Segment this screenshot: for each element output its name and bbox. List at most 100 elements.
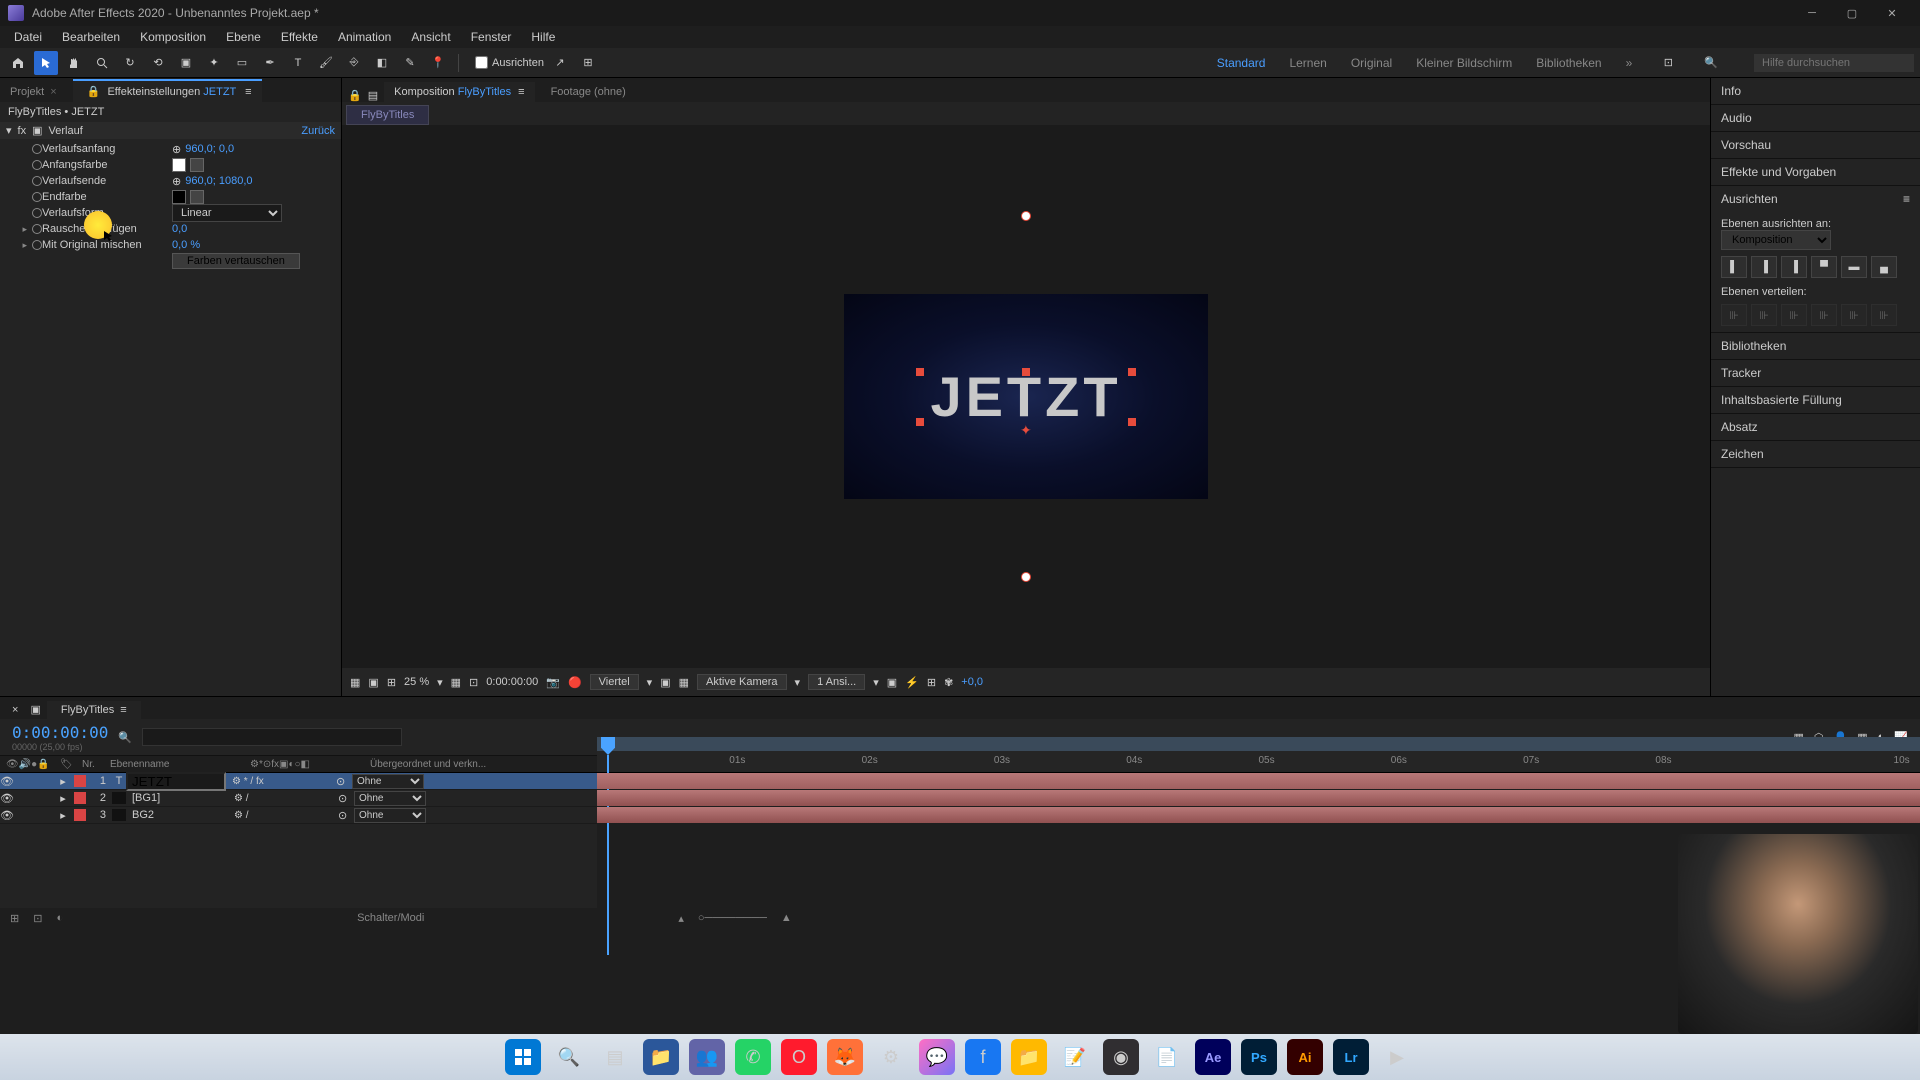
layer-bar[interactable] [597,807,1920,823]
comp-mini-flowchart[interactable]: FlyByTitles [346,105,429,125]
align-right-button[interactable]: ▐ [1781,256,1807,278]
gradient-start-handle[interactable] [1021,211,1031,221]
align-target-select[interactable]: Komposition [1721,230,1831,250]
parent-select[interactable]: Ohne [352,774,424,789]
workspace-standard[interactable]: Standard [1217,56,1266,70]
visibility-toggle[interactable]: 👁 [0,792,14,805]
panel-info[interactable]: Info [1711,78,1920,104]
text-tool[interactable]: T [286,51,310,75]
taskbar-app-icon[interactable]: ▶ [1379,1039,1415,1075]
roto-tool[interactable]: ✎ [398,51,422,75]
zoom-dropdown-icon[interactable]: ▾ [437,676,443,689]
timeline-search-input[interactable] [142,728,402,746]
workspace-original[interactable]: Original [1351,56,1392,70]
panel-audio[interactable]: Audio [1711,105,1920,131]
eyedropper-icon[interactable] [190,158,204,172]
composition-viewer[interactable]: JETZT ✦ [342,125,1710,668]
composition-tab[interactable]: Komposition FlyByTitles ≡ [384,82,534,102]
selection-handle[interactable] [916,418,924,426]
snapshot-icon[interactable]: 📷 [546,676,560,689]
maximize-button[interactable]: ▢ [1832,0,1872,26]
taskbar-opera-icon[interactable]: O [781,1039,817,1075]
panel-inhalt[interactable]: Inhaltsbasierte Füllung [1711,387,1920,413]
resolution-select[interactable]: Viertel [590,674,639,690]
camera-select[interactable]: Aktive Kamera [697,674,787,690]
stopwatch-icon[interactable] [32,144,42,154]
close-tab-icon[interactable]: × [6,701,24,719]
zoom-tool[interactable] [90,51,114,75]
panel-zeichen[interactable]: Zeichen [1711,441,1920,467]
prop-blend-value[interactable]: 0,0 % [172,239,200,251]
selection-handle[interactable] [1128,368,1136,376]
taskbar-app-icon[interactable]: ⚙ [873,1039,909,1075]
toggle-rgb-icon[interactable]: ⊞ [387,676,396,689]
views-select[interactable]: 1 Ansi... [808,674,865,690]
panel-tracker[interactable]: Tracker [1711,360,1920,386]
stopwatch-icon[interactable] [32,176,42,186]
taskbar-folder-icon[interactable]: 📁 [1011,1039,1047,1075]
prop-start-value[interactable]: 960,0; 0,0 [185,143,234,155]
workspace-kleiner[interactable]: Kleiner Bildschirm [1416,56,1512,70]
snap-more-icon[interactable]: ⊞ [576,51,600,75]
layer-bar[interactable] [597,773,1920,789]
flowchart-icon[interactable]: ▤ [368,89,378,102]
project-tab[interactable]: Projekt× [0,82,67,102]
menu-ansicht[interactable]: Ansicht [401,28,460,46]
work-area-bar[interactable] [597,737,1920,751]
panel-vorschau[interactable]: Vorschau [1711,132,1920,158]
lock-icon[interactable]: 🔒 [87,86,101,98]
lock-icon[interactable]: 🔒 [348,89,362,102]
layer-color[interactable] [74,775,86,787]
taskbar-ai-icon[interactable]: Ai [1287,1039,1323,1075]
selection-handle[interactable] [1128,418,1136,426]
effect-header[interactable]: ▾ fx ▣ Verlauf Zurück [0,122,341,139]
guides-icon[interactable]: ⊡ [469,676,478,689]
snap-checkbox[interactable]: Ausrichten [475,56,544,69]
taskbar-facebook-icon[interactable]: f [965,1039,1001,1075]
brush-tool[interactable]: 🖌 [314,51,338,75]
composition-canvas[interactable]: JETZT ✦ [844,294,1208,499]
channel-icon[interactable]: 🔴 [568,676,582,689]
taskbar-teams-icon[interactable]: 👥 [689,1039,725,1075]
playhead[interactable] [601,737,615,755]
camera-tool[interactable]: ▣ [174,51,198,75]
toggle-modes-icon[interactable]: ⊡ [33,912,42,925]
effect-toggle-icon[interactable]: ▣ [32,124,42,137]
taskbar-taskview-icon[interactable]: ▤ [597,1039,633,1075]
mask-icon[interactable]: ▦ [350,676,360,689]
zoom-slider-out-icon[interactable]: ▴ [678,912,684,925]
footage-tab[interactable]: Footage (ohne) [541,82,636,102]
parent-select[interactable]: Ohne [354,808,426,823]
panel-ausrichten[interactable]: Ausrichten≡ [1711,186,1920,212]
stopwatch-icon[interactable] [32,192,42,202]
layer-row[interactable]: 👁 ▸ 1 T ⚙ * / fx ⊙ Ohne [0,773,597,790]
taskbar-obs-icon[interactable]: ◉ [1103,1039,1139,1075]
transparency-grid-icon[interactable]: ▦ [679,676,689,689]
layer-row[interactable]: 👁 ▸ 2 [BG1] ⚙ / ⊙ Ohne [0,790,597,807]
eyedropper-icon[interactable] [190,190,204,204]
taskbar-lr-icon[interactable]: Lr [1333,1039,1369,1075]
zoom-slider-in-icon[interactable]: ▲ [781,912,792,924]
selection-handle[interactable] [916,368,924,376]
workspace-lernen[interactable]: Lernen [1289,56,1326,70]
prop-scatter-value[interactable]: 0,0 [172,223,187,235]
anchor-tool[interactable]: ✦ [202,51,226,75]
exposure-value[interactable]: +0,0 [961,676,983,688]
effect-controls-tab[interactable]: 🔒 Effekteinstellungen JETZT ≡ [73,79,262,102]
taskbar-messenger-icon[interactable]: 💬 [919,1039,955,1075]
rotation-tool[interactable]: ⟲ [146,51,170,75]
stopwatch-icon[interactable] [32,160,42,170]
stopwatch-icon[interactable] [32,208,42,218]
render-queue-icon[interactable]: ▣ [24,700,46,719]
roi-icon[interactable]: ▣ [660,676,670,689]
effect-reset[interactable]: Zurück [301,125,335,137]
zoom-level[interactable]: 25 % [404,676,429,688]
layer-bar[interactable] [597,790,1920,806]
align-vcenter-button[interactable]: ▬ [1841,256,1867,278]
shape-tool[interactable]: ▭ [230,51,254,75]
crosshair-icon[interactable]: ⊕ [172,175,181,188]
fx-icon[interactable]: fx [18,125,27,137]
toggle-switches-icon[interactable]: ⊞ [10,912,19,925]
crosshair-icon[interactable]: ⊕ [172,143,181,156]
stopwatch-icon[interactable] [32,224,42,234]
